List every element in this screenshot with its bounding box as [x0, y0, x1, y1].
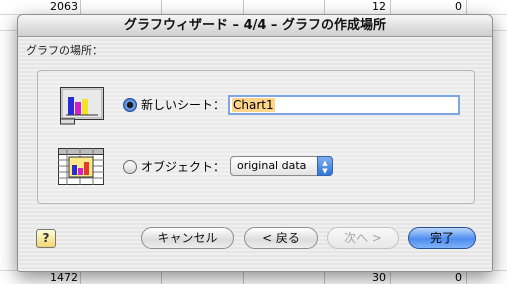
cell-value[interactable]: 0 [390, 271, 462, 284]
object-option-label[interactable]: オブジェクト： [141, 160, 225, 174]
cell-value[interactable]: 1472 [20, 271, 78, 284]
cell-value[interactable]: 0 [390, 0, 462, 13]
next-button: 次へ > [327, 227, 399, 249]
object-sheet-value: original data [237, 159, 307, 172]
finish-button[interactable]: 完了 [408, 227, 476, 249]
cell-value[interactable]: 12 [324, 0, 386, 13]
new-sheet-radio[interactable] [123, 98, 137, 112]
object-radio[interactable] [123, 160, 137, 174]
embedded-chart-icon [58, 148, 104, 186]
new-sheet-name-input[interactable]: Chart1 [228, 95, 460, 115]
placement-group-label: グラフの場所： [26, 44, 103, 57]
cell-value[interactable]: 2063 [20, 0, 78, 13]
chart-sheet-icon [60, 87, 104, 125]
cell-value[interactable]: 30 [324, 271, 386, 284]
popup-arrows-icon: ▲ ▼ [317, 156, 333, 176]
help-button[interactable]: ? [36, 229, 56, 248]
new-sheet-name-value: Chart1 [232, 98, 275, 112]
back-button[interactable]: < 戻る [244, 227, 318, 249]
new-sheet-option-label[interactable]: 新しいシート： [141, 98, 225, 112]
cancel-button[interactable]: キャンセル [141, 227, 234, 249]
object-sheet-select[interactable]: original data ▲ ▼ [230, 156, 333, 176]
dialog-title[interactable]: グラフウィザード – 4/4 – グラフの作成場所 [18, 15, 492, 37]
